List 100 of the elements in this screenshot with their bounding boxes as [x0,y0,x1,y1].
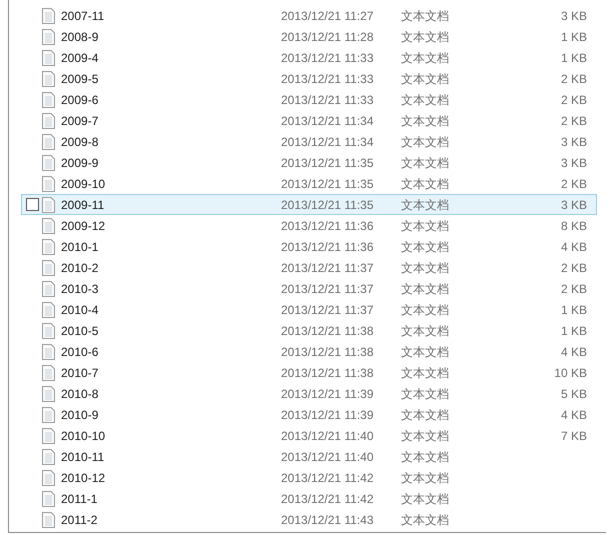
file-name: 2007-11 [61,8,106,24]
file-name: 2010-6 [61,344,100,360]
file-size: 2 KB [560,70,587,88]
file-date: 2013/12/21 11:36 [281,238,375,256]
file-date: 2013/12/21 11:42 [281,490,375,508]
file-type: 文本文档 [401,196,450,214]
file-type: 文本文档 [401,238,450,256]
file-row[interactable]: 2009-8 2013/12/21 11:34 文本文档 3 KB [21,131,597,152]
text-file-icon [42,344,55,360]
file-date: 2013/12/21 11:28 [281,28,375,46]
file-type: 文本文档 [401,448,450,466]
file-date: 2013/12/21 11:40 [281,448,375,466]
file-date: 2013/12/21 11:38 [281,364,375,382]
file-date: 2013/12/21 11:37 [281,280,375,298]
file-type: 文本文档 [401,176,450,192]
text-file-icon [42,92,55,108]
file-name: 2009-9 [61,154,100,172]
file-row[interactable]: 2009-7 2013/12/21 11:34 文本文档 2 KB [21,110,597,131]
file-row[interactable]: 2008-9 2013/12/21 11:28 文本文档 1 KB [21,26,597,47]
text-file-icon [42,470,55,486]
text-file-icon [42,154,55,170]
file-row[interactable]: 2007-11 2013/12/21 11:27 文本文档 3 KB [21,5,597,26]
file-date: 2013/12/21 11:38 [281,322,375,340]
file-type: 文本文档 [401,154,450,172]
file-name: 2010-10 [61,428,106,444]
file-row[interactable]: 2010-9 2013/12/21 11:39 文本文档 4 KB [21,404,597,425]
file-size: 3 KB [560,154,587,172]
file-size: 2 KB [560,112,587,130]
file-row[interactable]: 2010-7 2013/12/21 11:38 文本文档 10 KB [21,362,597,383]
file-size: 4 KB [560,406,587,424]
file-type: 文本文档 [401,490,450,508]
file-date: 2013/12/21 11:27 [281,8,375,24]
file-name: 2009-11 [61,196,106,214]
file-type: 文本文档 [401,112,450,130]
file-name: 2010-1 [61,238,100,256]
file-row[interactable]: 2010-8 2013/12/21 11:39 文本文档 5 KB [21,383,597,404]
row-checkbox[interactable] [26,198,38,211]
file-name: 2010-2 [61,260,100,276]
text-file-icon [42,196,55,212]
file-row[interactable]: 2010-1 2013/12/21 11:36 文本文档 4 KB [21,236,597,257]
file-size: 2 KB [560,260,587,276]
file-name: 2010-12 [61,470,106,486]
file-row[interactable]: 2009-6 2013/12/21 11:33 文本文档 2 KB [21,89,597,110]
file-date: 2013/12/21 11:33 [281,50,375,66]
file-name: 2009-8 [61,134,100,150]
file-name: 2010-8 [61,386,100,402]
file-row[interactable]: 2010-3 2013/12/21 11:37 文本文档 2 KB [21,278,597,299]
text-file-icon [42,322,55,338]
file-name: 2010-9 [61,406,100,424]
file-date: 2013/12/21 11:35 [281,176,375,192]
file-size: 3 KB [560,134,587,150]
file-row[interactable]: 2010-12 2013/12/21 11:42 文本文档 [21,467,597,488]
text-file-icon [42,364,55,380]
file-row[interactable]: 2010-2 2013/12/21 11:37 文本文档 2 KB [21,257,597,278]
text-file-icon [42,428,55,444]
text-file-icon [42,8,55,24]
file-row[interactable]: 2010-6 2013/12/21 11:38 文本文档 4 KB [21,341,597,362]
file-type: 文本文档 [401,344,450,360]
file-row[interactable]: 2009-4 2013/12/21 11:33 文本文档 1 KB [21,47,597,68]
file-row[interactable]: 2009-9 2013/12/21 11:35 文本文档 3 KB [21,152,597,173]
file-date: 2013/12/21 11:35 [281,154,375,172]
file-type: 文本文档 [401,260,450,276]
text-file-icon [42,134,55,150]
file-name: 2009-12 [61,218,106,234]
text-file-icon [42,260,55,276]
file-type: 文本文档 [401,218,450,234]
file-row[interactable]: 2009-12 2013/12/21 11:36 文本文档 8 KB [21,215,597,236]
file-type: 文本文档 [401,280,450,298]
file-date: 2013/12/21 11:33 [281,92,375,108]
file-row[interactable]: 2009-10 2013/12/21 11:35 文本文档 2 KB [21,173,597,194]
file-size: 1 KB [560,28,587,46]
text-file-icon [42,406,55,422]
file-name: 2009-6 [61,92,100,108]
file-size: 1 KB [560,302,587,318]
file-row[interactable]: 2011-1 2013/12/21 11:42 文本文档 [21,488,597,509]
text-file-icon [42,218,55,234]
file-type: 文本文档 [401,28,450,46]
file-date: 2013/12/21 11:43 [281,512,375,528]
file-date: 2013/12/21 11:37 [281,302,375,318]
file-row[interactable]: 2010-5 2013/12/21 11:38 文本文档 1 KB [21,320,597,341]
file-date: 2013/12/21 11:38 [281,344,375,360]
file-size: 2 KB [560,92,587,108]
text-file-icon [42,70,55,86]
file-type: 文本文档 [401,322,450,340]
file-row[interactable]: 2010-10 2013/12/21 11:40 文本文档 7 KB [21,425,597,446]
file-type: 文本文档 [401,92,450,108]
file-row[interactable]: 2010-4 2013/12/21 11:37 文本文档 1 KB [21,299,597,320]
file-name: 2010-4 [61,302,100,318]
file-name: 2011-1 [61,490,98,508]
file-row[interactable]: 2009-11 2013/12/21 11:35 文本文档 3 KB [21,194,597,215]
file-row[interactable]: 2009-5 2013/12/21 11:33 文本文档 2 KB [21,68,597,89]
file-type: 文本文档 [401,512,450,528]
file-date: 2013/12/21 11:42 [281,470,375,486]
file-size: 10 KB [554,364,587,382]
file-size: 3 KB [560,8,587,24]
file-row[interactable]: 2010-11 2013/12/21 11:40 文本文档 [21,446,597,467]
file-type: 文本文档 [401,364,450,382]
file-date: 2013/12/21 11:34 [281,134,375,150]
file-row[interactable]: 2011-2 2013/12/21 11:43 文本文档 [21,509,597,530]
file-type: 文本文档 [401,470,450,486]
